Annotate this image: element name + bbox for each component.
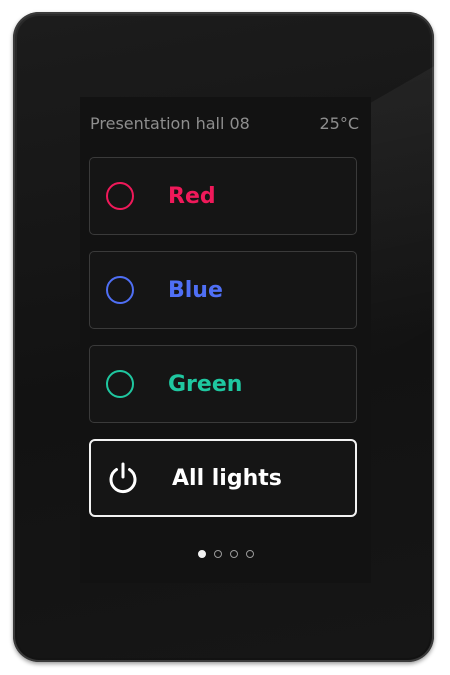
all-lights-label: All lights bbox=[172, 465, 282, 491]
scene-label-red: Red bbox=[168, 183, 216, 209]
page-dot-1[interactable] bbox=[197, 550, 206, 558]
power-icon bbox=[109, 462, 137, 494]
ring-icon bbox=[106, 182, 134, 210]
scene-label-green: Green bbox=[168, 371, 243, 397]
ring-icon bbox=[106, 276, 134, 304]
screen-header: Presentation hall 08 25°C bbox=[90, 114, 359, 133]
panel-screen: Presentation hall 08 25°C Red Blue Green… bbox=[80, 97, 371, 583]
room-name: Presentation hall 08 bbox=[90, 114, 250, 133]
page-dot-3[interactable] bbox=[229, 550, 238, 558]
page-indicator bbox=[80, 550, 371, 558]
scene-button-blue[interactable]: Blue bbox=[89, 251, 357, 329]
scene-label-blue: Blue bbox=[168, 277, 223, 303]
page-dot-2[interactable] bbox=[213, 550, 222, 558]
all-lights-button[interactable]: All lights bbox=[89, 439, 357, 517]
ring-icon bbox=[106, 370, 134, 398]
page-dot-4[interactable] bbox=[245, 550, 254, 558]
temperature-readout: 25°C bbox=[319, 114, 359, 133]
scene-button-green[interactable]: Green bbox=[89, 345, 357, 423]
scene-button-red[interactable]: Red bbox=[89, 157, 357, 235]
